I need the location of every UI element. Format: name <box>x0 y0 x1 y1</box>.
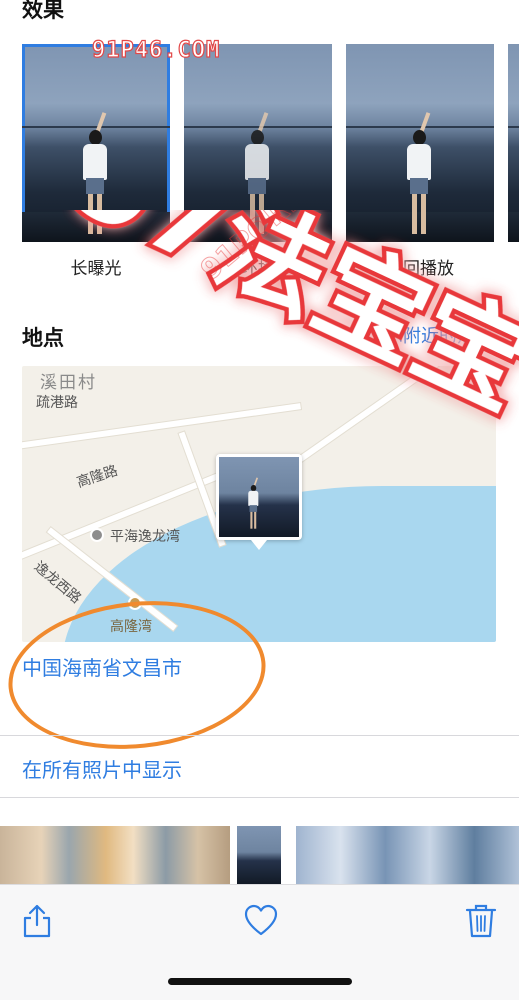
effect-thumb-partial[interactable] <box>508 44 519 242</box>
strip-thumb-selected[interactable] <box>237 826 281 884</box>
effect-label-loop: 循环播放 <box>224 259 292 279</box>
trash-icon[interactable] <box>464 903 498 939</box>
map-label-village: 溪田村 <box>40 373 97 393</box>
heart-icon[interactable] <box>243 903 279 939</box>
divider <box>0 797 519 798</box>
pin-photo <box>219 457 299 537</box>
show-in-all-photos-link[interactable]: 在所有照片中显示 <box>22 754 182 783</box>
person-figure <box>242 112 272 242</box>
effects-title: 效果 <box>22 0 64 22</box>
poi-icon <box>90 528 104 542</box>
map-label-road: 高隆路 <box>74 462 120 492</box>
divider <box>0 735 519 736</box>
map-photo-pin[interactable] <box>216 454 302 550</box>
photo-strip[interactable] <box>0 826 519 884</box>
map-label-poi: 平海逸龙湾 <box>110 529 180 545</box>
strip-thumb[interactable] <box>0 826 230 884</box>
effect-label-long-exposure: 长曝光 <box>70 259 122 279</box>
effects-row <box>22 44 519 244</box>
effect-thumb-loop[interactable] <box>184 44 332 242</box>
home-indicator <box>168 978 352 985</box>
show-nearby-photos-link[interactable]: 显示附近的照片 <box>367 322 493 348</box>
strip-thumb[interactable] <box>296 826 519 884</box>
effect-label-bounce: 来回播放 <box>386 259 454 279</box>
effect-thumb-bounce[interactable] <box>346 44 494 242</box>
location-title: 地点 <box>22 326 64 350</box>
person-figure <box>404 112 434 242</box>
person-figure <box>247 477 260 535</box>
share-icon[interactable] <box>20 903 54 939</box>
map-label-road: 疏港路 <box>36 395 78 411</box>
map-label-road: 逸龙西路 <box>30 558 84 607</box>
effect-thumb-long-exposure[interactable] <box>22 44 170 242</box>
person-figure <box>80 112 110 242</box>
watermark-url: 91P46.COM <box>91 37 221 63</box>
location-map[interactable]: 溪田村 疏港路 高隆路 平海逸龙湾 逸龙西路 高隆湾 <box>22 366 496 642</box>
